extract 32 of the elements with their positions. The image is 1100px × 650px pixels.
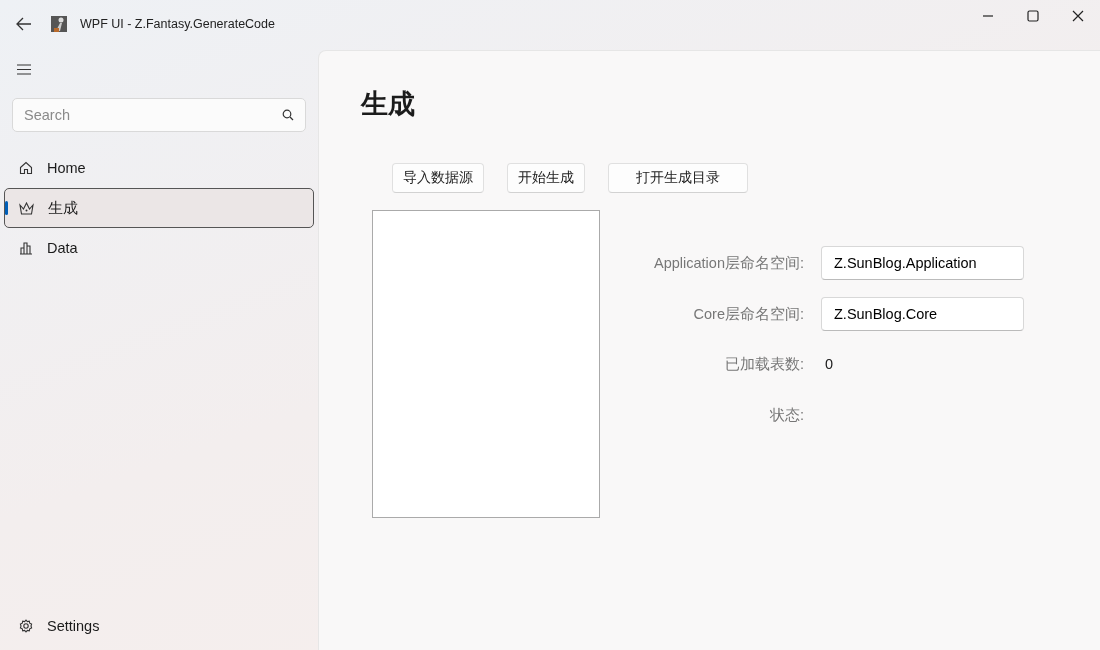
action-button[interactable]: 打开生成目录 (608, 163, 748, 193)
search-field[interactable]: Search (12, 98, 306, 132)
nav-item[interactable]: 生成 (4, 188, 314, 228)
field-label: 状态: (768, 405, 804, 425)
nav-label: Settings (47, 618, 100, 634)
field-label: Core层命名空间: (692, 304, 804, 324)
window-title: WPF UI - Z.Fantasy.GenerateCode (80, 17, 275, 31)
page-heading: 生成 (361, 88, 416, 121)
nav-label: Home (47, 160, 86, 176)
action-button[interactable]: 导入数据源 (392, 163, 484, 193)
menu-icon[interactable] (17, 64, 31, 75)
value-text: 0 (824, 356, 835, 372)
nav-label: Data (47, 240, 78, 256)
app-icon (51, 16, 67, 32)
selection-indicator (5, 201, 8, 215)
bar-chart-icon (19, 241, 33, 255)
nav-item[interactable]: Data (4, 228, 314, 268)
field-label: 已加载表数: (723, 354, 804, 374)
close-icon[interactable] (1072, 10, 1084, 22)
input-field[interactable]: Z.SunBlog.Application (821, 246, 1024, 280)
home-icon (19, 161, 33, 175)
nav-item[interactable]: Home (4, 148, 314, 188)
field-label: Application层命名空间: (653, 253, 804, 273)
input-field[interactable]: Z.SunBlog.Core (821, 297, 1024, 331)
maximize-icon[interactable] (1027, 10, 1039, 22)
settings-item[interactable]: Settings (4, 606, 314, 646)
crown-icon (19, 201, 34, 215)
gear-icon (19, 619, 33, 633)
back-arrow-icon[interactable] (16, 17, 32, 31)
nav-label: 生成 (48, 198, 78, 218)
search-icon[interactable] (282, 109, 294, 121)
action-button[interactable]: 开始生成 (507, 163, 585, 193)
